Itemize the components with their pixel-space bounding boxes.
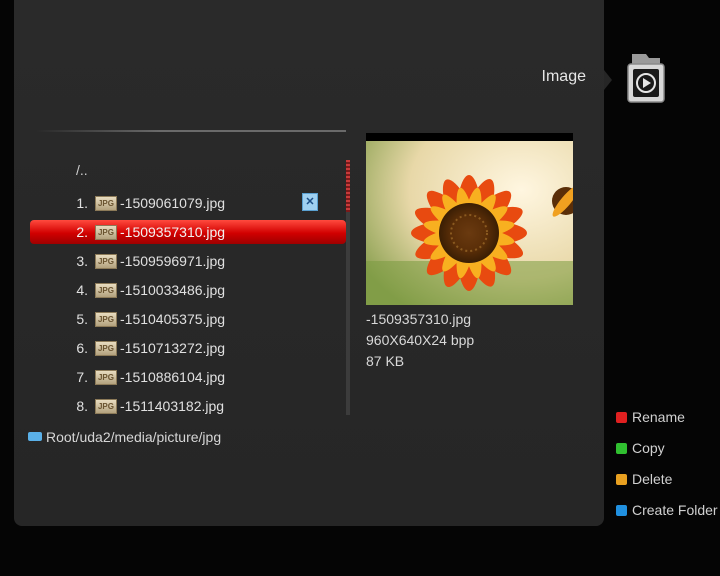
jpg-file-icon: JPG	[95, 370, 117, 385]
jpg-file-icon: JPG	[95, 399, 117, 414]
preview-dimensions: 960X640X24 bpp	[366, 332, 475, 348]
file-number: 1.	[76, 195, 88, 211]
file-number: 5.	[76, 311, 88, 327]
jpg-file-icon: JPG	[95, 254, 117, 269]
section-title: Image	[541, 68, 586, 85]
folder-play-icon	[627, 54, 665, 103]
jpg-file-icon: JPG	[95, 341, 117, 356]
yellow-key-icon	[616, 474, 627, 485]
file-number: 4.	[76, 282, 88, 298]
preview-filesize: 87 KB	[366, 353, 405, 369]
red-key-icon	[616, 412, 627, 423]
file-row-4[interactable]: 4. JPG -1510033486.jpg	[30, 278, 346, 302]
title-arrow-icon	[604, 70, 612, 90]
file-row-8[interactable]: 8. JPG -1511403182.jpg	[30, 394, 346, 418]
jpg-file-icon: JPG	[95, 283, 117, 298]
file-number: 8.	[76, 398, 88, 414]
jpg-file-icon: JPG	[95, 312, 117, 327]
file-name: -1509596971.jpg	[120, 253, 226, 269]
scrollbar-thumb[interactable]	[346, 160, 350, 212]
current-path: Root/uda2/media/picture/jpg	[46, 429, 222, 445]
file-number: 3.	[76, 253, 88, 269]
usb-drive-icon	[28, 432, 42, 441]
file-row-2-selected[interactable]: 2. JPG -1509357310.jpg	[30, 220, 346, 244]
file-name: -1510405375.jpg	[120, 311, 226, 327]
jpg-file-icon: JPG	[95, 225, 117, 240]
copy-label: Copy	[632, 440, 665, 456]
file-number: 2.	[76, 224, 88, 240]
file-name: -1510713272.jpg	[120, 340, 226, 356]
file-name: -1509061079.jpg	[120, 195, 226, 211]
file-number: 7.	[76, 369, 88, 385]
file-row-7[interactable]: 7. JPG -1510886104.jpg	[30, 365, 346, 389]
header-divider	[36, 130, 346, 132]
blue-key-icon	[616, 505, 627, 516]
file-row-6[interactable]: 6. JPG -1510713272.jpg	[30, 336, 346, 360]
preview-filename: -1509357310.jpg	[366, 311, 472, 327]
green-key-icon	[616, 443, 627, 454]
file-row-5[interactable]: 5. JPG -1510405375.jpg	[30, 307, 346, 331]
file-name: -1509357310.jpg	[120, 224, 226, 240]
file-name: -1510033486.jpg	[120, 282, 226, 298]
rename-label: Rename	[632, 409, 685, 425]
file-row-1[interactable]: 1. JPG -1509061079.jpg	[30, 191, 346, 215]
check-x-icon[interactable]: ✕	[302, 193, 318, 211]
file-name: -1511403182.jpg	[120, 398, 225, 414]
jpg-file-icon: JPG	[95, 196, 117, 211]
sunflower-thumbnail	[366, 141, 573, 305]
create-folder-label: Create Folder	[632, 502, 718, 518]
file-row-3[interactable]: 3. JPG -1509596971.jpg	[30, 249, 346, 273]
file-name: -1510886104.jpg	[120, 369, 226, 385]
file-number: 6.	[76, 340, 88, 356]
parent-directory-item[interactable]: /..	[76, 162, 88, 178]
delete-label: Delete	[632, 471, 673, 487]
image-preview	[366, 133, 573, 305]
